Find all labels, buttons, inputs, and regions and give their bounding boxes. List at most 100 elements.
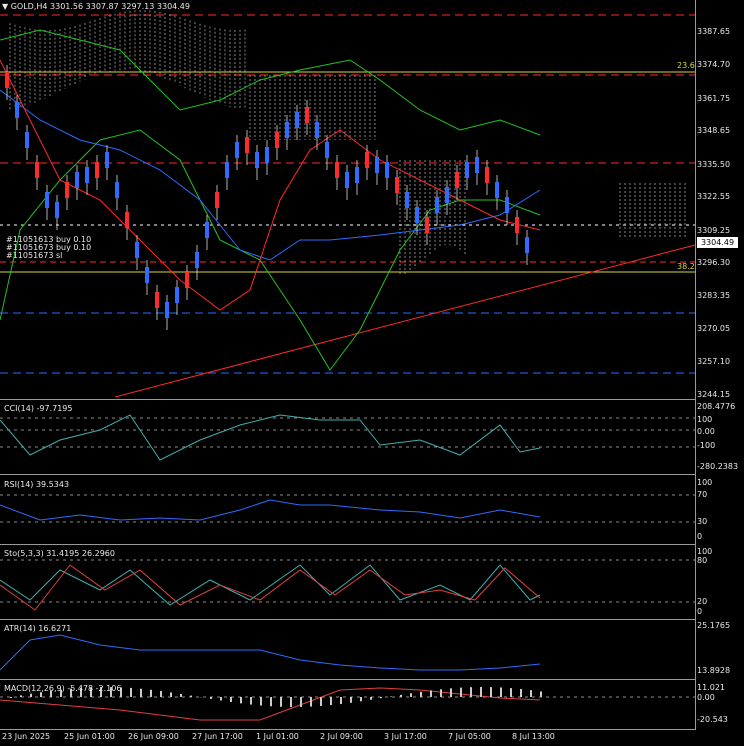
rsi-title: RSI(14) 39.5343: [4, 480, 70, 489]
macd-histogram-bar: [540, 691, 542, 697]
candle-body: [155, 292, 159, 308]
macd-histogram-bar: [320, 697, 322, 706]
candle-body: [435, 197, 439, 213]
sto-tick: 0: [697, 607, 703, 616]
time-tick: 3 Jul 17:00: [384, 732, 427, 741]
symbol-ohlc: GOLD,H4 3301.56 3307.87 3297.13 3304.49: [10, 2, 190, 11]
cci-tick: -100: [697, 441, 716, 450]
macd-histogram-bar: [30, 693, 32, 697]
time-tick: 23 Jun 2025: [2, 732, 51, 741]
candle-body: [335, 162, 339, 178]
price-tick: 3322.55: [697, 192, 731, 201]
macd-histogram-bar: [460, 687, 462, 697]
macd-histogram-bar: [410, 693, 412, 697]
candle-body: [135, 242, 139, 258]
order-label[interactable]: #11051673 sl: [6, 251, 62, 261]
macd-histogram-bar: [190, 695, 192, 697]
macd-histogram-bar: [160, 691, 162, 697]
macd-histogram-bar: [350, 697, 352, 703]
candle-body: [115, 182, 119, 198]
cci-tick: -280.2383: [697, 462, 739, 471]
candle-body: [145, 267, 149, 283]
candle-body: [275, 132, 279, 148]
macd-histogram-bar: [240, 697, 242, 704]
candle-body: [365, 152, 369, 168]
macd-histogram-bar: [360, 697, 362, 702]
candle-body: [185, 272, 189, 288]
atr-line: [0, 634, 541, 671]
macd-histogram-bar: [170, 692, 172, 697]
candle-body: [75, 172, 79, 188]
candle-body: [45, 192, 49, 208]
macd-histogram-bar: [10, 697, 12, 698]
macd-histogram-bar: [130, 687, 132, 697]
candle-body: [105, 152, 109, 168]
cci-title: CCI(14) -97.7195: [4, 404, 73, 413]
time-tick: 25 Jun 01:00: [64, 732, 115, 741]
cci-tick: 0.00: [697, 427, 715, 436]
macd-histogram-bar: [520, 689, 522, 697]
macd-title: MACD(12,26,9) -5.478 -2.106: [4, 684, 122, 693]
candle-body: [465, 162, 469, 178]
atr-tick: 13.8928: [697, 666, 731, 675]
candle-body: [525, 237, 529, 253]
rsi-tick: 0: [697, 532, 703, 541]
macd-histogram-bar: [330, 697, 332, 706]
triangle-down-icon[interactable]: ▼: [2, 2, 8, 11]
current-price-box: 3304.49: [697, 237, 738, 248]
price-tick: 3283.35: [697, 291, 731, 300]
chart-window[interactable]: ▼ GOLD,H4 3301.56 3307.87 3297.13 3304.4…: [0, 0, 744, 746]
macd-histogram-bar: [180, 693, 182, 697]
candle-body: [165, 302, 169, 318]
candle-body: [425, 217, 429, 233]
candle-body: [475, 157, 479, 173]
candle-body: [455, 172, 459, 188]
candle-body: [315, 122, 319, 138]
price-tick: 3348.65: [697, 126, 731, 135]
price-tick: 3335.50: [697, 160, 731, 169]
macd-histogram-bar: [210, 697, 212, 699]
macd-histogram-bar: [270, 697, 272, 707]
price-tick: 3374.70: [697, 60, 731, 69]
candle-body: [85, 167, 89, 183]
candle-body: [175, 287, 179, 303]
candle-body: [255, 152, 259, 168]
candle-body: [505, 197, 509, 213]
atr-title: ATR(14) 16.6271: [4, 624, 72, 633]
macd-histogram-bar: [510, 688, 512, 697]
rsi-tick: 30: [697, 517, 708, 526]
macd-histogram-bar: [280, 697, 282, 707]
price-tick: 3296.30: [697, 258, 731, 267]
macd-histogram-bar: [300, 697, 302, 707]
price-tick: 3257.10: [697, 357, 731, 366]
sto-main-line: [0, 564, 541, 606]
candle-body: [215, 192, 219, 208]
price-tick: 3244.15: [697, 390, 731, 399]
time-tick: 8 Jul 13:00: [512, 732, 555, 741]
candle-body: [25, 132, 29, 148]
sto-signal-line: [0, 564, 541, 611]
macd-histogram-bar: [450, 688, 452, 697]
candle-body: [515, 217, 519, 233]
price-tick: 3361.75: [697, 94, 731, 103]
candle-body: [285, 122, 289, 138]
candle-body: [245, 137, 249, 153]
time-tick: 27 Jun 17:00: [192, 732, 243, 741]
cci-tick: 100: [697, 415, 713, 424]
price-tick: 3270.05: [697, 324, 731, 333]
sto-tick: 20: [697, 597, 708, 606]
candle-body: [295, 112, 299, 128]
candle-body: [485, 167, 489, 183]
fib-level-236: 23.6: [677, 61, 695, 70]
time-tick: 1 Jul 01:00: [256, 732, 299, 741]
macd-histogram-bar: [290, 697, 292, 707]
macd-histogram-bar: [490, 687, 492, 697]
atr-tick: 25.1765: [697, 621, 731, 630]
candle-body: [355, 167, 359, 183]
macd-histogram-bar: [400, 694, 402, 697]
candle-body: [495, 182, 499, 198]
candle-body: [235, 142, 239, 158]
time-tick: 7 Jul 05:00: [448, 732, 491, 741]
candle-body: [65, 182, 69, 198]
macd-histogram-bar: [380, 697, 382, 699]
